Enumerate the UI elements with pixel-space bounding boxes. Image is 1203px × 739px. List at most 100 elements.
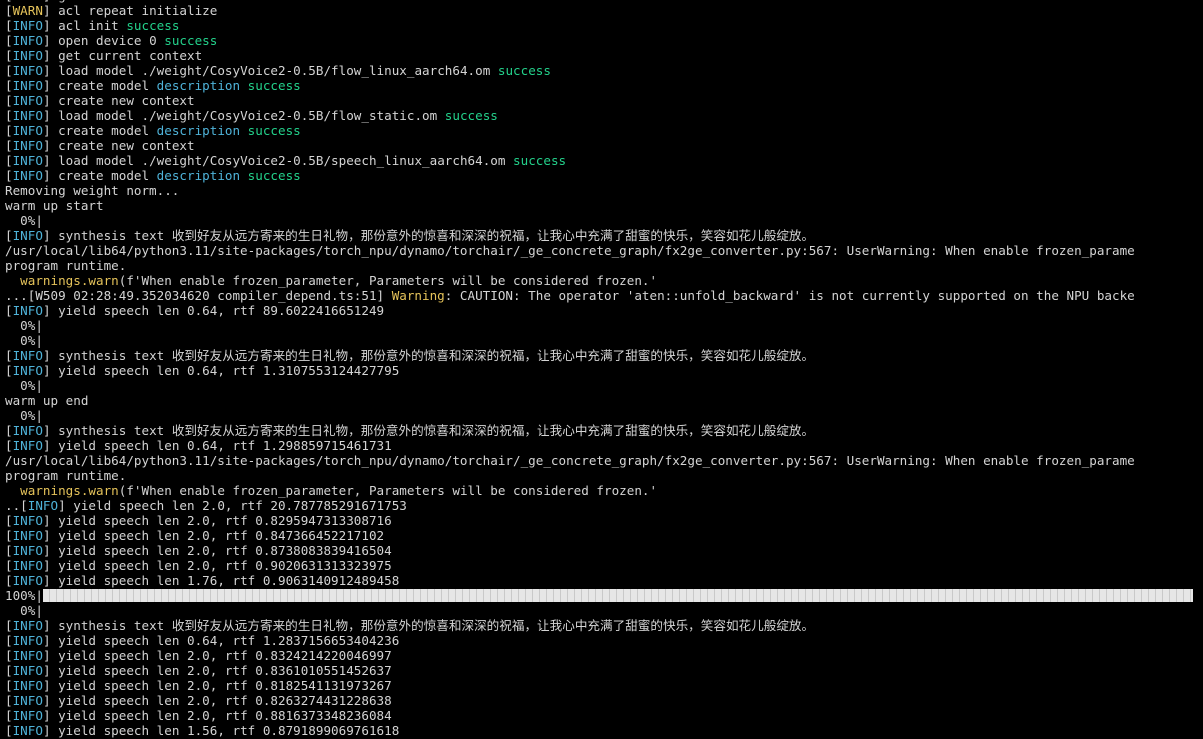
log-text: ] yield speech len 0.64, rtf 89.60224166… xyxy=(42,303,385,318)
log-text: ] open device 0 xyxy=(42,33,165,48)
info-tag: INFO xyxy=(12,303,43,318)
log-text: 100%| xyxy=(5,588,43,603)
info-tag: INFO xyxy=(12,678,43,693)
success-text: success xyxy=(126,18,180,33)
info-tag: INFO xyxy=(12,423,43,438)
terminal-line: 0%| xyxy=(5,333,1203,348)
log-text: ] yield speech len 2.0, rtf 0.8324214220… xyxy=(42,648,392,663)
log-text: ] get current context xyxy=(42,48,203,63)
log-text: [ xyxy=(5,93,13,108)
log-text: [ xyxy=(5,228,13,243)
info-tag: INFO xyxy=(12,18,43,33)
log-text: 0%| xyxy=(5,213,43,228)
terminal-line: warm up end xyxy=(5,393,1203,408)
terminal-line: [INFO] yield speech len 0.64, rtf 89.602… xyxy=(5,303,1203,318)
terminal-line: [INFO] get current context xyxy=(5,48,1203,63)
info-tag: INFO xyxy=(12,228,43,243)
terminal-line: [INFO] acl init success xyxy=(5,18,1203,33)
terminal-line: [INFO] synthesis text 收到好友从远方寄来的生日礼物，那份意… xyxy=(5,228,1203,243)
log-text: ] yield speech len 2.0, rtf 0.8473664522… xyxy=(42,528,385,543)
log-text: [ xyxy=(5,678,13,693)
info-tag: INFO xyxy=(27,498,59,513)
log-text: ] yield speech len 0.64, rtf 1.298859715… xyxy=(42,438,392,453)
log-text: ] synthesis text 收到好友从远方寄来的生日礼物，那份意外的惊喜和… xyxy=(42,423,815,438)
terminal-line: [INFO] yield speech len 2.0, rtf 0.83610… xyxy=(5,663,1203,678)
log-text: ] yield speech len 0.64, rtf 1.310755312… xyxy=(42,363,400,378)
log-text: [ xyxy=(5,618,13,633)
terminal-line: warm up start xyxy=(5,198,1203,213)
info-tag: INFO xyxy=(12,48,43,63)
terminal-line: [INFO] load model ./weight/CosyVoice2-0.… xyxy=(5,63,1203,78)
terminal-line: [INFO] synthesis text 收到好友从远方寄来的生日礼物，那份意… xyxy=(5,348,1203,363)
terminal-line: warnings.warn(f'When enable frozen_param… xyxy=(5,483,1203,498)
log-text: [ xyxy=(5,558,13,573)
terminal-line: [INFO] create model description success xyxy=(5,78,1203,93)
terminal-line: 100%| xyxy=(5,588,1203,603)
terminal-line: [INFO] yield speech len 2.0, rtf 0.82632… xyxy=(5,693,1203,708)
terminal-line: [INFO] yield speech len 0.64, rtf 1.2837… xyxy=(5,633,1203,648)
terminal-line: 0%| xyxy=(5,318,1203,333)
log-text: 0%| xyxy=(5,603,43,618)
log-text: [ xyxy=(5,363,13,378)
log-text: ] yield speech len 0.64, rtf 1.283715665… xyxy=(42,633,400,648)
terminal-line: [INFO] yield speech len 1.56, rtf 0.8791… xyxy=(5,723,1203,738)
log-text: ] create new context xyxy=(42,138,195,153)
terminal-line: [INFO] synthesis text 收到好友从远方寄来的生日礼物，那份意… xyxy=(5,618,1203,633)
log-text: ..[ xyxy=(5,498,28,513)
info-tag: INFO xyxy=(12,348,43,363)
log-text: [ xyxy=(5,528,13,543)
log-text: 0%| xyxy=(5,408,43,423)
info-tag: INFO xyxy=(12,723,43,738)
success-text: success xyxy=(444,108,498,123)
terminal-line: [INFO] yield speech len 2.0, rtf 0.81825… xyxy=(5,678,1203,693)
terminal-line: Removing weight norm... xyxy=(5,183,1203,198)
info-tag: INFO xyxy=(12,63,43,78)
log-text: /usr/local/lib64/python3.11/site-package… xyxy=(5,453,1135,468)
log-text: [ xyxy=(5,33,13,48)
log-text: ] load model ./weight/CosyVoice2-0.5B/sp… xyxy=(42,153,514,168)
terminal-line: [INFO] create model description success xyxy=(5,168,1203,183)
terminal-line: [INFO] load model ./weight/CosyVoice2-0.… xyxy=(5,108,1203,123)
terminal-line: [INFO] open device 0 success xyxy=(5,33,1203,48)
log-text: ] yield speech len 2.0, rtf 0.8816373348… xyxy=(42,708,392,723)
info-tag: INFO xyxy=(12,543,43,558)
log-text: ] acl repeat initialize xyxy=(42,3,218,18)
log-text: [ xyxy=(5,423,13,438)
log-text: program runtime. xyxy=(5,468,127,483)
log-text: (f'When enable frozen_parameter, Paramet… xyxy=(118,273,658,288)
success-text: success xyxy=(247,78,301,93)
log-text: ] yield speech len 1.76, rtf 0.906314091… xyxy=(42,573,400,588)
success-text: success xyxy=(164,33,218,48)
success-text: success xyxy=(247,168,301,183)
log-text: description xyxy=(156,168,241,183)
log-text: [ xyxy=(5,513,13,528)
log-text: [ xyxy=(5,108,13,123)
log-text: ] load model ./weight/CosyVoice2-0.5B/fl… xyxy=(42,63,498,78)
terminal-line: [INFO] yield speech len 2.0, rtf 0.87380… xyxy=(5,543,1203,558)
log-text: ] load model ./weight/CosyVoice2-0.5B/fl… xyxy=(42,108,445,123)
log-text: [ xyxy=(5,153,13,168)
log-text: (f'When enable frozen_parameter, Paramet… xyxy=(118,483,658,498)
terminal-line: [INFO] create new context xyxy=(5,93,1203,108)
info-tag: INFO xyxy=(12,663,43,678)
log-text: ] yield speech len 2.0, rtf 20.787785291… xyxy=(58,498,407,513)
log-text: warm up start xyxy=(5,198,104,213)
log-text: ] synthesis text 收到好友从远方寄来的生日礼物，那份意外的惊喜和… xyxy=(42,618,815,633)
log-text: program runtime. xyxy=(5,258,127,273)
info-tag: INFO xyxy=(12,633,43,648)
info-tag: INFO xyxy=(12,153,43,168)
terminal-line: [INFO] create model description success xyxy=(5,123,1203,138)
log-text: [ xyxy=(5,573,13,588)
info-tag: INFO xyxy=(12,573,43,588)
log-text: /usr/local/lib64/python3.11/site-package… xyxy=(5,243,1135,258)
info-tag: INFO xyxy=(12,123,43,138)
terminal-window[interactable]: [INFO] get current context [WARN] acl re… xyxy=(0,0,1203,739)
success-text: success xyxy=(497,63,551,78)
info-tag: INFO xyxy=(12,528,43,543)
log-text: 0%| xyxy=(5,378,43,393)
terminal-line: [INFO] yield speech len 2.0, rtf 0.84736… xyxy=(5,528,1203,543)
success-text: success xyxy=(513,153,567,168)
log-text: ] synthesis text 收到好友从远方寄来的生日礼物，那份意外的惊喜和… xyxy=(42,348,815,363)
